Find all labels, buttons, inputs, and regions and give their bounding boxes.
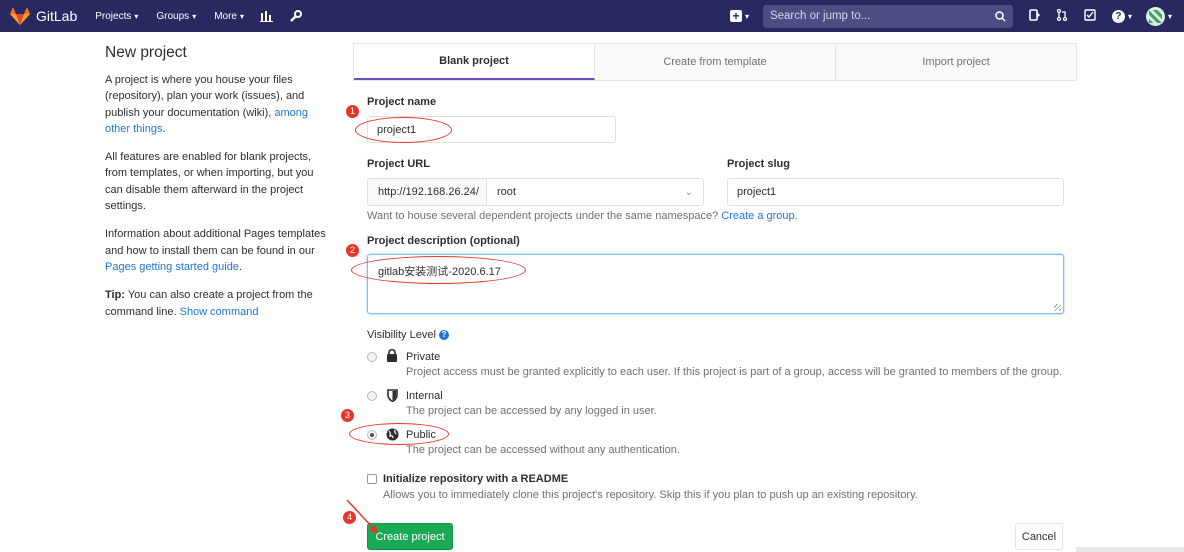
nav-more[interactable]: More ▾	[214, 11, 244, 22]
chevron-down-icon: ⌄	[684, 186, 693, 198]
readme-label: Initialize repository with a README	[383, 473, 569, 485]
visibility-internal-title: Internal	[406, 390, 443, 402]
avatar	[1145, 6, 1165, 26]
chevron-down-icon: ▾	[1167, 11, 1172, 21]
annotation-ellipse-3	[349, 423, 449, 445]
help-dropdown[interactable]: ? ▾	[1111, 9, 1132, 23]
checklist-icon[interactable]	[1084, 8, 1096, 24]
info-paragraph-3: Information about additional Pages templ…	[105, 226, 330, 275]
navbar-right: + ▾ Search or jump to... ? ▾ ▾	[714, 0, 1184, 32]
shield-icon	[387, 389, 398, 405]
help-icon: ?	[1111, 9, 1125, 23]
chevron-down-icon: ▾	[240, 11, 245, 21]
description-label: Project description (optional)	[367, 235, 520, 247]
activity-chart-icon[interactable]	[260, 10, 274, 22]
admin-wrench-icon[interactable]	[289, 9, 303, 23]
tab-blank-project[interactable]: Blank project	[354, 44, 595, 80]
show-command-link[interactable]: Show command	[180, 306, 259, 318]
annotation-marker-2: 2	[346, 244, 359, 257]
visibility-level-text: Visibility Level	[367, 329, 436, 341]
annotation-ellipse-1	[355, 117, 452, 143]
lock-icon	[386, 348, 398, 365]
chevron-down-icon: ▾	[134, 11, 139, 21]
todo-icon[interactable]	[1029, 8, 1040, 24]
info-paragraph-3-end: .	[238, 260, 242, 273]
readme-description: Allows you to immediately clone this pro…	[383, 489, 918, 501]
annotation-marker-1: 1	[346, 105, 359, 118]
question-circle-icon[interactable]: ?	[438, 330, 449, 341]
page-title: New project	[105, 44, 187, 61]
gitlab-logo[interactable]: GitLab	[10, 7, 77, 25]
create-group-link[interactable]: Create a group.	[721, 210, 797, 222]
visibility-public-desc: The project can be accessed without any …	[406, 444, 680, 456]
search-input[interactable]: Search or jump to...	[762, 4, 1013, 28]
chevron-down-icon: ▾	[744, 11, 749, 21]
cancel-button[interactable]: Cancel	[1015, 523, 1063, 550]
search-icon	[995, 10, 1006, 22]
brand-name: GitLab	[36, 8, 78, 24]
info-paragraph-1: A project is where you house your files …	[105, 72, 330, 137]
project-info-panel: New project A project is where you house…	[105, 44, 330, 332]
merge-request-icon[interactable]	[1056, 8, 1068, 24]
namespace-value: root	[497, 186, 516, 198]
tab-import-project[interactable]: Import project	[836, 44, 1076, 80]
project-url-prefix: http://192.168.26.24/	[367, 178, 487, 206]
project-slug-input[interactable]: project1	[727, 178, 1064, 206]
tip-label: Tip:	[105, 289, 125, 302]
nav-projects-label: Projects	[95, 10, 132, 22]
initialize-readme-checkbox[interactable]	[367, 474, 377, 484]
nav-groups[interactable]: Groups ▾	[156, 11, 196, 22]
nav-more-label: More	[214, 10, 237, 22]
visibility-internal-desc: The project can be accessed by any logge…	[406, 405, 657, 417]
annotation-marker-3: 3	[341, 409, 354, 422]
tanuki-icon	[10, 7, 30, 25]
new-item-dropdown[interactable]: + ▾	[729, 10, 749, 22]
visibility-private-title: Private	[406, 351, 441, 363]
tip-paragraph: Tip: You can also create a project from …	[105, 287, 330, 320]
search-placeholder: Search or jump to...	[769, 10, 871, 22]
visibility-level-label: Visibility Level?	[367, 329, 449, 341]
user-menu[interactable]: ▾	[1132, 6, 1172, 26]
nav-groups-label: Groups	[156, 10, 190, 22]
namespace-help-text: Want to house several dependent projects…	[367, 210, 798, 222]
tab-create-from-template[interactable]: Create from template	[595, 44, 836, 80]
info-paragraph-1-end: .	[162, 122, 166, 135]
project-slug-label: Project slug	[727, 158, 790, 170]
info-paragraph-3-text: Information about additional Pages templ…	[105, 228, 326, 257]
namespace-select[interactable]: root ⌄	[487, 178, 704, 206]
top-navbar: GitLab Projects ▾ Groups ▾ More ▾ + ▾ Search…	[0, 0, 1184, 32]
window-corner-strip	[1076, 547, 1184, 552]
pages-guide-link[interactable]: Pages getting started guide	[105, 261, 239, 273]
info-paragraph-2: All features are enabled for blank proje…	[105, 151, 314, 213]
plus-icon: +	[729, 10, 742, 22]
project-url-label: Project URL	[367, 158, 430, 170]
annotation-arrow-icon	[346, 499, 378, 534]
resize-handle-icon[interactable]	[1054, 304, 1061, 311]
namespace-help-sentence: Want to house several dependent projects…	[367, 210, 719, 222]
project-name-label: Project name	[367, 96, 437, 108]
project-creation-tabs: Blank project Create from template Impor…	[353, 43, 1077, 81]
visibility-private-radio[interactable]	[367, 352, 377, 362]
annotation-ellipse-2	[351, 256, 526, 284]
chevron-down-icon: ▾	[192, 11, 197, 21]
visibility-internal-radio[interactable]	[367, 391, 377, 401]
nav-projects[interactable]: Projects ▾	[95, 11, 138, 22]
visibility-private-desc: Project access must be granted explicitl…	[406, 366, 1063, 378]
